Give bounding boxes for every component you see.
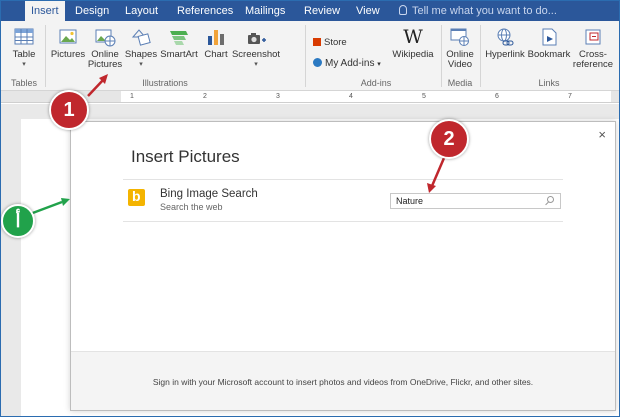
cross-reference-icon	[585, 29, 601, 45]
bookmark-button[interactable]: Bookmark	[527, 27, 571, 60]
group-divider	[305, 25, 306, 87]
ruler-number: 6	[495, 93, 499, 100]
ribbon-tab-bar: Insert Design Layout References Mailings…	[1, 1, 619, 21]
camera-icon	[248, 33, 266, 44]
ruler-number: 1	[130, 93, 134, 100]
online-video-button[interactable]: Online Video	[442, 27, 478, 70]
pictures-button[interactable]: Pictures	[49, 27, 87, 60]
dialog-title: Insert Pictures	[131, 147, 240, 166]
bing-search-input[interactable]: Nature	[390, 193, 561, 209]
pictures-icon	[59, 29, 77, 44]
chevron-down-icon: ▾	[377, 61, 381, 68]
smartart-label: SmartArt	[160, 49, 198, 60]
online-video-label-line2: Video	[447, 59, 473, 70]
online-video-icon	[450, 28, 469, 46]
tab-references[interactable]: References	[177, 1, 233, 21]
ribbon: Table ▾ Tables Pictures Online Pictures …	[1, 21, 619, 91]
pictures-label: Pictures	[50, 49, 86, 60]
ruler-number: 5	[422, 93, 426, 100]
shapes-label: Shapes	[124, 49, 158, 60]
wikipedia-icon: W	[403, 26, 423, 48]
ruler: 1 2 3 4 5 6 7	[1, 91, 619, 103]
wikipedia-button[interactable]: W Wikipedia	[390, 27, 436, 60]
divider	[123, 179, 563, 180]
ruler-number: 2	[203, 93, 207, 100]
group-divider	[45, 25, 46, 87]
chevron-down-icon: ▾	[254, 61, 258, 68]
hyperlink-icon	[497, 28, 514, 46]
table-icon	[14, 28, 34, 45]
tab-insert[interactable]: Insert	[25, 1, 65, 21]
bing-logo-icon	[128, 188, 145, 206]
step-1-badge: 1	[49, 90, 89, 130]
addins-icon	[313, 58, 322, 67]
shapes-icon	[131, 29, 151, 46]
ruler-number: 7	[568, 93, 572, 100]
chart-label: Chart	[204, 49, 228, 60]
online-pictures-label-line2: Pictures	[87, 59, 123, 70]
online-pictures-icon	[95, 29, 116, 47]
divider	[123, 221, 563, 222]
screenshot-label: Screenshot	[231, 49, 281, 60]
online-pictures-button[interactable]: Online Pictures	[84, 27, 126, 70]
insert-pictures-dialog: Insert Pictures × Bing Image Search Sear…	[70, 121, 616, 411]
smartart-button[interactable]: SmartArt	[157, 27, 201, 60]
tab-review[interactable]: Review	[304, 1, 340, 21]
cross-reference-label-line2: reference	[572, 59, 614, 70]
hyperlink-label: Hyperlink	[485, 49, 525, 60]
group-media-label: Media	[447, 78, 473, 88]
tab-layout[interactable]: Layout	[125, 1, 158, 21]
tab-mailings[interactable]: Mailings	[245, 1, 285, 21]
ruler-number: 3	[276, 93, 280, 100]
tell-me-text: Tell me what you want to do...	[412, 5, 557, 17]
group-links-label: Links	[538, 78, 560, 88]
shapes-button[interactable]: Shapes ▾	[124, 27, 158, 70]
store-label: Store	[324, 37, 347, 48]
close-icon[interactable]: ×	[598, 127, 606, 142]
group-illustrations-label: Illustrations	[142, 78, 188, 88]
hyperlink-button[interactable]: Hyperlink	[482, 27, 528, 60]
step-2-badge: 2	[429, 119, 469, 159]
search-input-value: Nature	[396, 196, 424, 206]
smartart-icon	[170, 31, 188, 45]
store-button[interactable]: Store	[313, 38, 353, 48]
bing-image-search-label: Bing Image Search	[160, 188, 258, 200]
bing-image-search-sublabel: Search the web	[160, 202, 223, 212]
bookmark-icon	[542, 28, 557, 46]
screenshot-button[interactable]: Screenshot ▾	[230, 27, 282, 70]
table-button[interactable]: Table ▾	[5, 27, 43, 70]
tab-design[interactable]: Design	[75, 1, 109, 21]
group-tables-label: Tables	[10, 78, 37, 88]
chart-icon	[208, 30, 224, 45]
my-addins-button[interactable]: My Add-ins ▾	[313, 58, 393, 70]
chevron-down-icon: ▾	[22, 61, 26, 68]
dialog-footer: Sign in with your Microsoft account to i…	[71, 351, 615, 410]
table-label: Table	[12, 49, 36, 60]
chevron-down-icon: ▾	[139, 61, 143, 68]
chart-button[interactable]: Chart	[201, 27, 231, 60]
store-icon	[313, 38, 321, 46]
my-addins-label: My Add-ins	[325, 58, 375, 69]
ruler-number: 4	[349, 93, 353, 100]
sign-in-message: Sign in with your Microsoft account to i…	[152, 377, 534, 387]
search-icon[interactable]	[547, 196, 554, 203]
lightbulb-icon	[399, 5, 407, 15]
cross-reference-button[interactable]: Cross- reference	[570, 27, 616, 70]
step-a-badge: أ	[1, 204, 35, 238]
ruler-writable-area	[121, 91, 611, 102]
tab-view[interactable]: View	[356, 1, 380, 21]
tell-me-box[interactable]: Tell me what you want to do...	[399, 1, 557, 21]
wikipedia-label: Wikipedia	[392, 49, 434, 60]
group-addins-label: Add-ins	[360, 78, 392, 88]
bookmark-label: Bookmark	[527, 49, 571, 60]
